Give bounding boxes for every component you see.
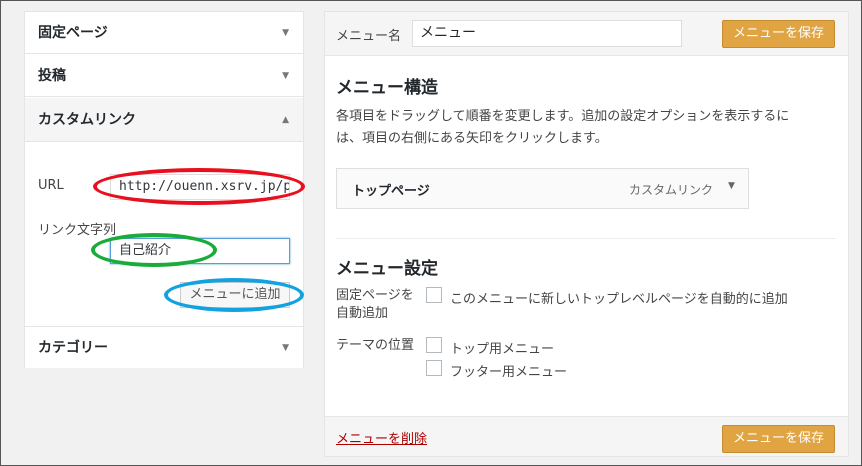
section-divider [336, 238, 836, 239]
auto-add-label: 固定ページを自動追加 [336, 288, 414, 321]
accordion-pages[interactable]: 固定ページ ▼ [25, 12, 303, 54]
accordion-posts[interactable]: 投稿 ▼ [25, 55, 303, 97]
accordion-categories[interactable]: カテゴリー ▼ [25, 326, 303, 368]
link-text-label: リンク文字列 [38, 223, 117, 238]
menu-structure-title: メニュー構造 [336, 78, 438, 98]
menu-name-input[interactable]: メニュー [412, 20, 682, 47]
auto-add-option-label: このメニューに新しいトップレベルページを自動的に追加 [450, 292, 788, 307]
accordion-posts-label: 投稿 [38, 68, 66, 84]
url-label: URL [38, 178, 64, 193]
footer-menu-label: フッター用メニュー [450, 365, 568, 380]
chevron-up-icon: ▲ [282, 115, 289, 125]
save-menu-button[interactable]: メニューを保存 [722, 20, 835, 48]
accordion-custom-links-label: カスタムリンク [38, 112, 136, 128]
chevron-down-icon: ▼ [282, 28, 289, 38]
menu-header-bar: メニュー名 メニュー メニューを保存 [325, 12, 848, 56]
chevron-down-icon: ▼ [282, 71, 289, 81]
menu-name-label: メニュー名 [336, 29, 402, 44]
url-input[interactable]: http://ouenn.xsrv.jp/p [110, 174, 290, 200]
delete-menu-link[interactable]: メニューを削除 [336, 428, 427, 447]
save-menu-button-bottom[interactable]: メニューを保存 [722, 425, 835, 453]
menu-settings-title: メニュー設定 [336, 259, 438, 279]
add-to-menu-button[interactable]: メニューに追加 [180, 282, 290, 308]
top-menu-label: トップ用メニュー [450, 342, 555, 357]
menu-item-type: カスタムリンク [629, 183, 714, 197]
chevron-down-icon: ▼ [282, 343, 289, 353]
footer-menu-checkbox[interactable] [426, 360, 442, 376]
theme-location-label: テーマの位置 [336, 338, 415, 353]
chevron-down-icon[interactable]: ▼ [728, 181, 735, 191]
top-menu-checkbox[interactable] [426, 337, 442, 353]
menu-edit-panel: メニュー名 メニュー メニューを保存 メニュー構造 各項目をドラッグして順番を変… [324, 11, 849, 457]
accordion-categories-label: カテゴリー [38, 340, 108, 356]
auto-add-checkbox[interactable] [426, 287, 442, 303]
menu-item-title: トップページ [352, 184, 430, 199]
accordion-pages-label: 固定ページ [38, 25, 108, 41]
accordion-custom-links[interactable]: カスタムリンク ▲ [25, 98, 303, 142]
menu-item[interactable]: トップページ カスタムリンク ▼ [336, 168, 749, 209]
menu-structure-description: 各項目をドラッグして順番を変更します。追加の設定オプションを表示するには、項目の… [336, 109, 790, 146]
link-text-input[interactable]: 自己紹介 [110, 238, 290, 264]
add-menu-items-panel: 固定ページ ▼ 投稿 ▼ カスタムリンク ▲ URL http://ouenn.… [24, 11, 304, 368]
